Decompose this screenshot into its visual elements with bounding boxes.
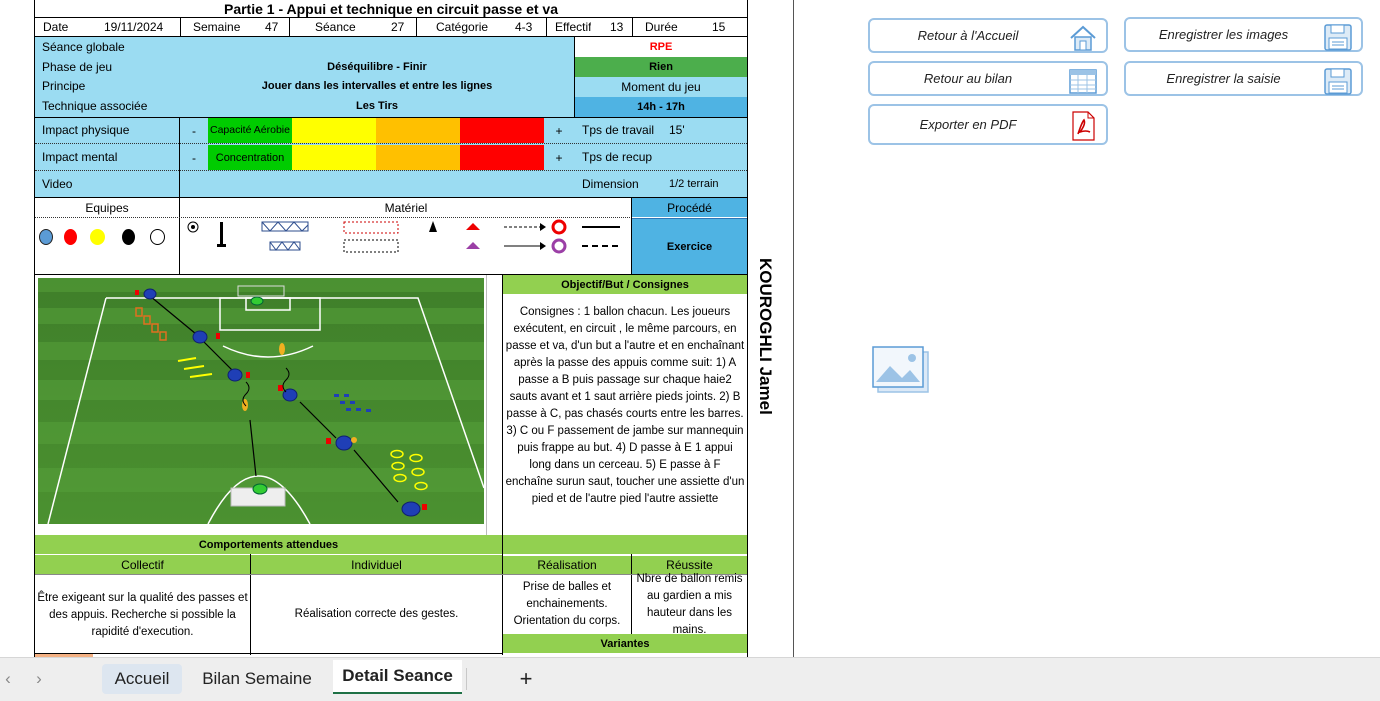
seance-value: 27 bbox=[391, 20, 405, 34]
mental-level-orange bbox=[376, 145, 460, 170]
individuel-text: Réalisation correcte des gestes. bbox=[294, 608, 459, 620]
tps-recup-label: Tps de recup bbox=[582, 150, 653, 164]
effectif-label: Effectif bbox=[555, 20, 592, 34]
collectif-text: Être exigeant sur la qualité des passes … bbox=[37, 592, 248, 638]
principe-value: Jouer dans les intervalles et entre les … bbox=[261, 80, 493, 92]
physique-value: Capacité Aérobie bbox=[208, 118, 292, 143]
mental-value: Concentration bbox=[208, 145, 292, 170]
home-button[interactable]: Retour à l'Accueil bbox=[868, 18, 1108, 53]
reussite-text: Nbre de ballon remis au gardien a mis ha… bbox=[636, 573, 743, 633]
semaine-label: Semaine bbox=[193, 20, 241, 34]
export-pdf-label: Exporter en PDF bbox=[919, 117, 1017, 132]
tab-scroll-prev[interactable]: ‹ bbox=[0, 664, 16, 694]
tab-bilan-semaine[interactable]: Bilan Semaine bbox=[190, 664, 324, 694]
moment-label: Moment du jeu bbox=[575, 77, 747, 97]
save-images-button[interactable]: Enregistrer les images bbox=[1124, 17, 1363, 52]
bilan-button[interactable]: Retour au bilan bbox=[868, 61, 1108, 96]
seance-globale-label: Séance globale bbox=[42, 40, 125, 54]
team-yellow-icon bbox=[90, 229, 105, 245]
variantes-label: Variantes bbox=[503, 634, 747, 653]
team-black-icon bbox=[122, 229, 135, 245]
image-placeholder-icon[interactable] bbox=[872, 346, 930, 394]
objectif-text: Consignes : 1 ballon chacun. Les joueurs… bbox=[505, 306, 745, 505]
date-value: 19/11/2024 bbox=[104, 20, 164, 34]
physique-minus: - bbox=[192, 123, 196, 138]
collectif-label: Collectif bbox=[35, 554, 250, 574]
physique-level-yellow bbox=[292, 118, 376, 143]
semaine-value: 47 bbox=[265, 20, 279, 34]
physique-plus: + bbox=[555, 123, 563, 138]
team-red-icon bbox=[64, 229, 77, 245]
save-icon bbox=[1324, 24, 1352, 51]
physique-level-red bbox=[460, 118, 544, 143]
dimension-label: Dimension bbox=[582, 177, 639, 191]
tps-travail-value: 15' bbox=[669, 123, 685, 137]
technique-value: Les Tirs bbox=[356, 100, 398, 112]
home-icon bbox=[1070, 25, 1096, 51]
save-entry-label: Enregistrer la saisie bbox=[1166, 71, 1281, 86]
comportements-title: Comportements attendues bbox=[35, 535, 502, 554]
impact-mental-label: Impact mental bbox=[42, 150, 118, 164]
technique-label: Technique associée bbox=[42, 99, 148, 113]
mental-minus: - bbox=[192, 150, 196, 165]
phase-value: Déséquilibre - Finir bbox=[327, 61, 427, 73]
team-colors bbox=[38, 228, 173, 246]
mental-level-yellow bbox=[292, 145, 376, 170]
duree-label: Durée bbox=[645, 20, 678, 34]
objectif-title: Objectif/But / Consignes bbox=[503, 275, 747, 294]
tab-scroll-next[interactable]: › bbox=[30, 664, 48, 694]
home-button-label: Retour à l'Accueil bbox=[917, 28, 1019, 43]
table-icon bbox=[1069, 69, 1097, 94]
duree-value: 15 bbox=[712, 20, 726, 34]
realisation-text: Prise de balles et enchainements. Orient… bbox=[513, 581, 621, 627]
author-vertical: KOUROGHLI Jamel bbox=[750, 258, 780, 438]
session-title: Partie 1 - Appui et technique en circuit… bbox=[223, 0, 559, 17]
dimension-value: 1/2 terrain bbox=[669, 178, 719, 190]
author-name: KOUROGHLI Jamel bbox=[756, 258, 775, 415]
team-white-icon bbox=[150, 229, 165, 245]
export-pdf-button[interactable]: Exporter en PDF bbox=[868, 104, 1108, 145]
mental-plus: + bbox=[555, 150, 563, 165]
save-icon bbox=[1324, 68, 1352, 95]
impact-physique-label: Impact physique bbox=[42, 123, 130, 137]
sheet-tabs-bar: ‹ › Accueil Bilan Semaine Detail Seance … bbox=[0, 657, 1380, 701]
seance-label: Séance bbox=[315, 20, 356, 34]
team-blue-icon bbox=[39, 229, 53, 245]
bilan-button-label: Retour au bilan bbox=[923, 71, 1013, 86]
procede-value: Exercice bbox=[632, 218, 747, 274]
physique-level-orange bbox=[376, 118, 460, 143]
material-icons bbox=[187, 219, 620, 254]
principe-label: Principe bbox=[42, 79, 86, 93]
phase-label: Phase de jeu bbox=[42, 60, 113, 74]
video-label: Video bbox=[42, 177, 73, 191]
date-label: Date bbox=[43, 20, 69, 34]
comportements-title-fill bbox=[503, 535, 747, 554]
pdf-icon bbox=[1072, 111, 1095, 141]
procede-label: Procédé bbox=[632, 198, 747, 217]
mental-level-red bbox=[460, 145, 544, 170]
save-entry-button[interactable]: Enregistrer la saisie bbox=[1124, 61, 1363, 96]
tps-travail-label: Tps de travail bbox=[582, 123, 655, 137]
add-sheet-button[interactable]: + bbox=[512, 664, 540, 694]
moment-value: 14h - 17h bbox=[575, 97, 747, 117]
effectif-value: 13 bbox=[610, 20, 624, 34]
categorie-label: Catégorie bbox=[436, 20, 489, 34]
materiel-label: Matériel bbox=[384, 200, 428, 215]
rpe-label: RPE bbox=[649, 41, 673, 53]
categorie-value: 4-3 bbox=[515, 20, 533, 34]
save-images-label: Enregistrer les images bbox=[1158, 27, 1289, 42]
individuel-label: Individuel bbox=[251, 554, 502, 574]
rpe-value: Rien bbox=[575, 57, 747, 77]
pitch-diagram bbox=[38, 278, 484, 524]
tab-accueil[interactable]: Accueil bbox=[102, 664, 182, 694]
realisation-label: Réalisation bbox=[503, 555, 631, 574]
tab-detail-seance[interactable]: Detail Seance bbox=[333, 660, 462, 694]
worksheet: Partie 1 - Appui et technique en circuit… bbox=[0, 0, 1380, 657]
equipes-label: Equipes bbox=[85, 200, 129, 215]
